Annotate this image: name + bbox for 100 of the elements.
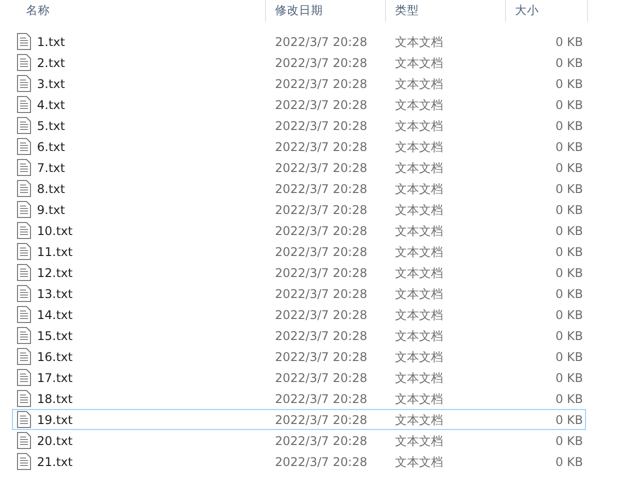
file-size: 0 KB: [555, 244, 583, 258]
file-type: 文本文档: [395, 76, 443, 90]
column-header[interactable]: 名称: [0, 0, 266, 22]
file-size: 0 KB: [555, 434, 583, 448]
text-file-icon: [17, 264, 31, 281]
file-row[interactable]: 9.txt 2022/3/7 20:28 文本文档 0 KB: [12, 199, 586, 220]
file-row[interactable]: 6.txt 2022/3/7 20:28 文本文档 0 KB: [12, 136, 586, 157]
file-row[interactable]: 8.txt 2022/3/7 20:28 文本文档 0 KB: [12, 178, 586, 199]
file-type: 文本文档: [395, 412, 443, 426]
file-name: 1.txt: [37, 34, 65, 50]
text-file-icon: [17, 369, 31, 386]
text-file-icon: [17, 75, 31, 92]
file-type: 文本文档: [395, 370, 443, 384]
file-size: 0 KB: [555, 224, 583, 238]
text-file-icon: [17, 348, 31, 365]
file-row[interactable]: 12.txt 2022/3/7 20:28 文本文档 0 KB: [12, 262, 586, 283]
modified-date: 2022/3/7 20:28: [275, 454, 368, 468]
text-file-icon: [17, 138, 31, 155]
file-size: 0 KB: [555, 328, 583, 342]
file-name: 9.txt: [37, 202, 65, 218]
modified-date: 2022/3/7 20:28: [275, 266, 368, 280]
file-type: 文本文档: [395, 202, 443, 216]
modified-date: 2022/3/7 20:28: [275, 140, 368, 154]
file-size: 0 KB: [555, 266, 583, 280]
file-type: 文本文档: [395, 392, 443, 406]
modified-date: 2022/3/7 20:28: [275, 202, 368, 216]
text-file-icon: [17, 222, 31, 239]
file-type: 文本文档: [395, 118, 443, 132]
file-row[interactable]: 19.txt 2022/3/7 20:28 文本文档 0 KB: [12, 409, 586, 430]
file-type: 文本文档: [395, 434, 443, 448]
file-type: 文本文档: [395, 454, 443, 468]
file-name: 18.txt: [37, 390, 73, 408]
modified-date: 2022/3/7 20:28: [275, 328, 368, 342]
file-type: 文本文档: [395, 286, 443, 300]
file-name: 16.txt: [37, 348, 73, 366]
file-row[interactable]: 2.txt 2022/3/7 20:28 文本文档 0 KB: [12, 52, 586, 73]
file-name: 10.txt: [37, 222, 73, 240]
file-size: 0 KB: [555, 34, 583, 48]
file-row[interactable]: 16.txt 2022/3/7 20:28 文本文档 0 KB: [12, 346, 586, 367]
file-size: 0 KB: [555, 392, 583, 406]
modified-date: 2022/3/7 20:28: [275, 76, 368, 90]
modified-date: 2022/3/7 20:28: [275, 412, 368, 426]
modified-date: 2022/3/7 20:28: [275, 56, 368, 70]
modified-date: 2022/3/7 20:28: [275, 350, 368, 364]
file-row[interactable]: 15.txt 2022/3/7 20:28 文本文档 0 KB: [12, 325, 586, 346]
file-type: 文本文档: [395, 328, 443, 342]
file-type: 文本文档: [395, 34, 443, 48]
file-name: 19.txt: [37, 412, 73, 428]
file-row[interactable]: 11.txt 2022/3/7 20:28 文本文档 0 KB: [12, 241, 586, 262]
file-name: 7.txt: [37, 160, 65, 176]
file-size: 0 KB: [555, 286, 583, 300]
modified-date: 2022/3/7 20:28: [275, 34, 368, 48]
file-size: 0 KB: [555, 202, 583, 216]
text-file-icon: [17, 201, 31, 218]
column-header[interactable]: 修改日期: [266, 0, 386, 22]
file-row[interactable]: 21.txt 2022/3/7 20:28 文本文档 0 KB: [12, 451, 586, 472]
text-file-icon: [17, 432, 31, 449]
file-name: 5.txt: [37, 118, 65, 134]
file-size: 0 KB: [555, 118, 583, 132]
text-file-icon: [17, 453, 31, 470]
file-row[interactable]: 13.txt 2022/3/7 20:28 文本文档 0 KB: [12, 283, 586, 304]
text-file-icon: [17, 306, 31, 323]
file-row[interactable]: 20.txt 2022/3/7 20:28 文本文档 0 KB: [12, 430, 586, 451]
file-type: 文本文档: [395, 350, 443, 364]
modified-date: 2022/3/7 20:28: [275, 286, 368, 300]
file-row[interactable]: 18.txt 2022/3/7 20:28 文本文档 0 KB: [12, 388, 586, 409]
file-size: 0 KB: [555, 98, 583, 112]
column-header[interactable]: 大小: [506, 0, 588, 22]
file-name: 12.txt: [37, 264, 73, 282]
modified-date: 2022/3/7 20:28: [275, 370, 368, 384]
file-row[interactable]: 4.txt 2022/3/7 20:28 文本文档 0 KB: [12, 94, 586, 115]
file-size: 0 KB: [555, 412, 583, 426]
file-row[interactable]: 1.txt 2022/3/7 20:28 文本文档 0 KB: [12, 31, 586, 52]
text-file-icon: [17, 33, 31, 50]
modified-date: 2022/3/7 20:28: [275, 308, 368, 322]
file-name: 6.txt: [37, 138, 65, 156]
file-row[interactable]: 5.txt 2022/3/7 20:28 文本文档 0 KB: [12, 115, 586, 136]
file-type: 文本文档: [395, 308, 443, 322]
file-row[interactable]: 14.txt 2022/3/7 20:28 文本文档 0 KB: [12, 304, 586, 325]
text-file-icon: [17, 96, 31, 113]
column-header[interactable]: 类型: [386, 0, 506, 22]
file-type: 文本文档: [395, 224, 443, 238]
file-row[interactable]: 7.txt 2022/3/7 20:28 文本文档 0 KB: [12, 157, 586, 178]
file-type: 文本文档: [395, 182, 443, 196]
file-size: 0 KB: [555, 140, 583, 154]
file-row[interactable]: 3.txt 2022/3/7 20:28 文本文档 0 KB: [12, 73, 586, 94]
file-name: 15.txt: [37, 328, 73, 344]
text-file-icon: [17, 159, 31, 176]
modified-date: 2022/3/7 20:28: [275, 98, 368, 112]
file-name: 13.txt: [37, 286, 73, 302]
text-file-icon: [17, 390, 31, 407]
file-row[interactable]: 10.txt 2022/3/7 20:28 文本文档 0 KB: [12, 220, 586, 241]
modified-date: 2022/3/7 20:28: [275, 392, 368, 406]
file-name: 4.txt: [37, 96, 65, 114]
text-file-icon: [17, 117, 31, 134]
file-row[interactable]: 17.txt 2022/3/7 20:28 文本文档 0 KB: [12, 367, 586, 388]
modified-date: 2022/3/7 20:28: [275, 244, 368, 258]
file-size: 0 KB: [555, 308, 583, 322]
file-name: 14.txt: [37, 306, 73, 324]
file-name: 8.txt: [37, 180, 65, 198]
